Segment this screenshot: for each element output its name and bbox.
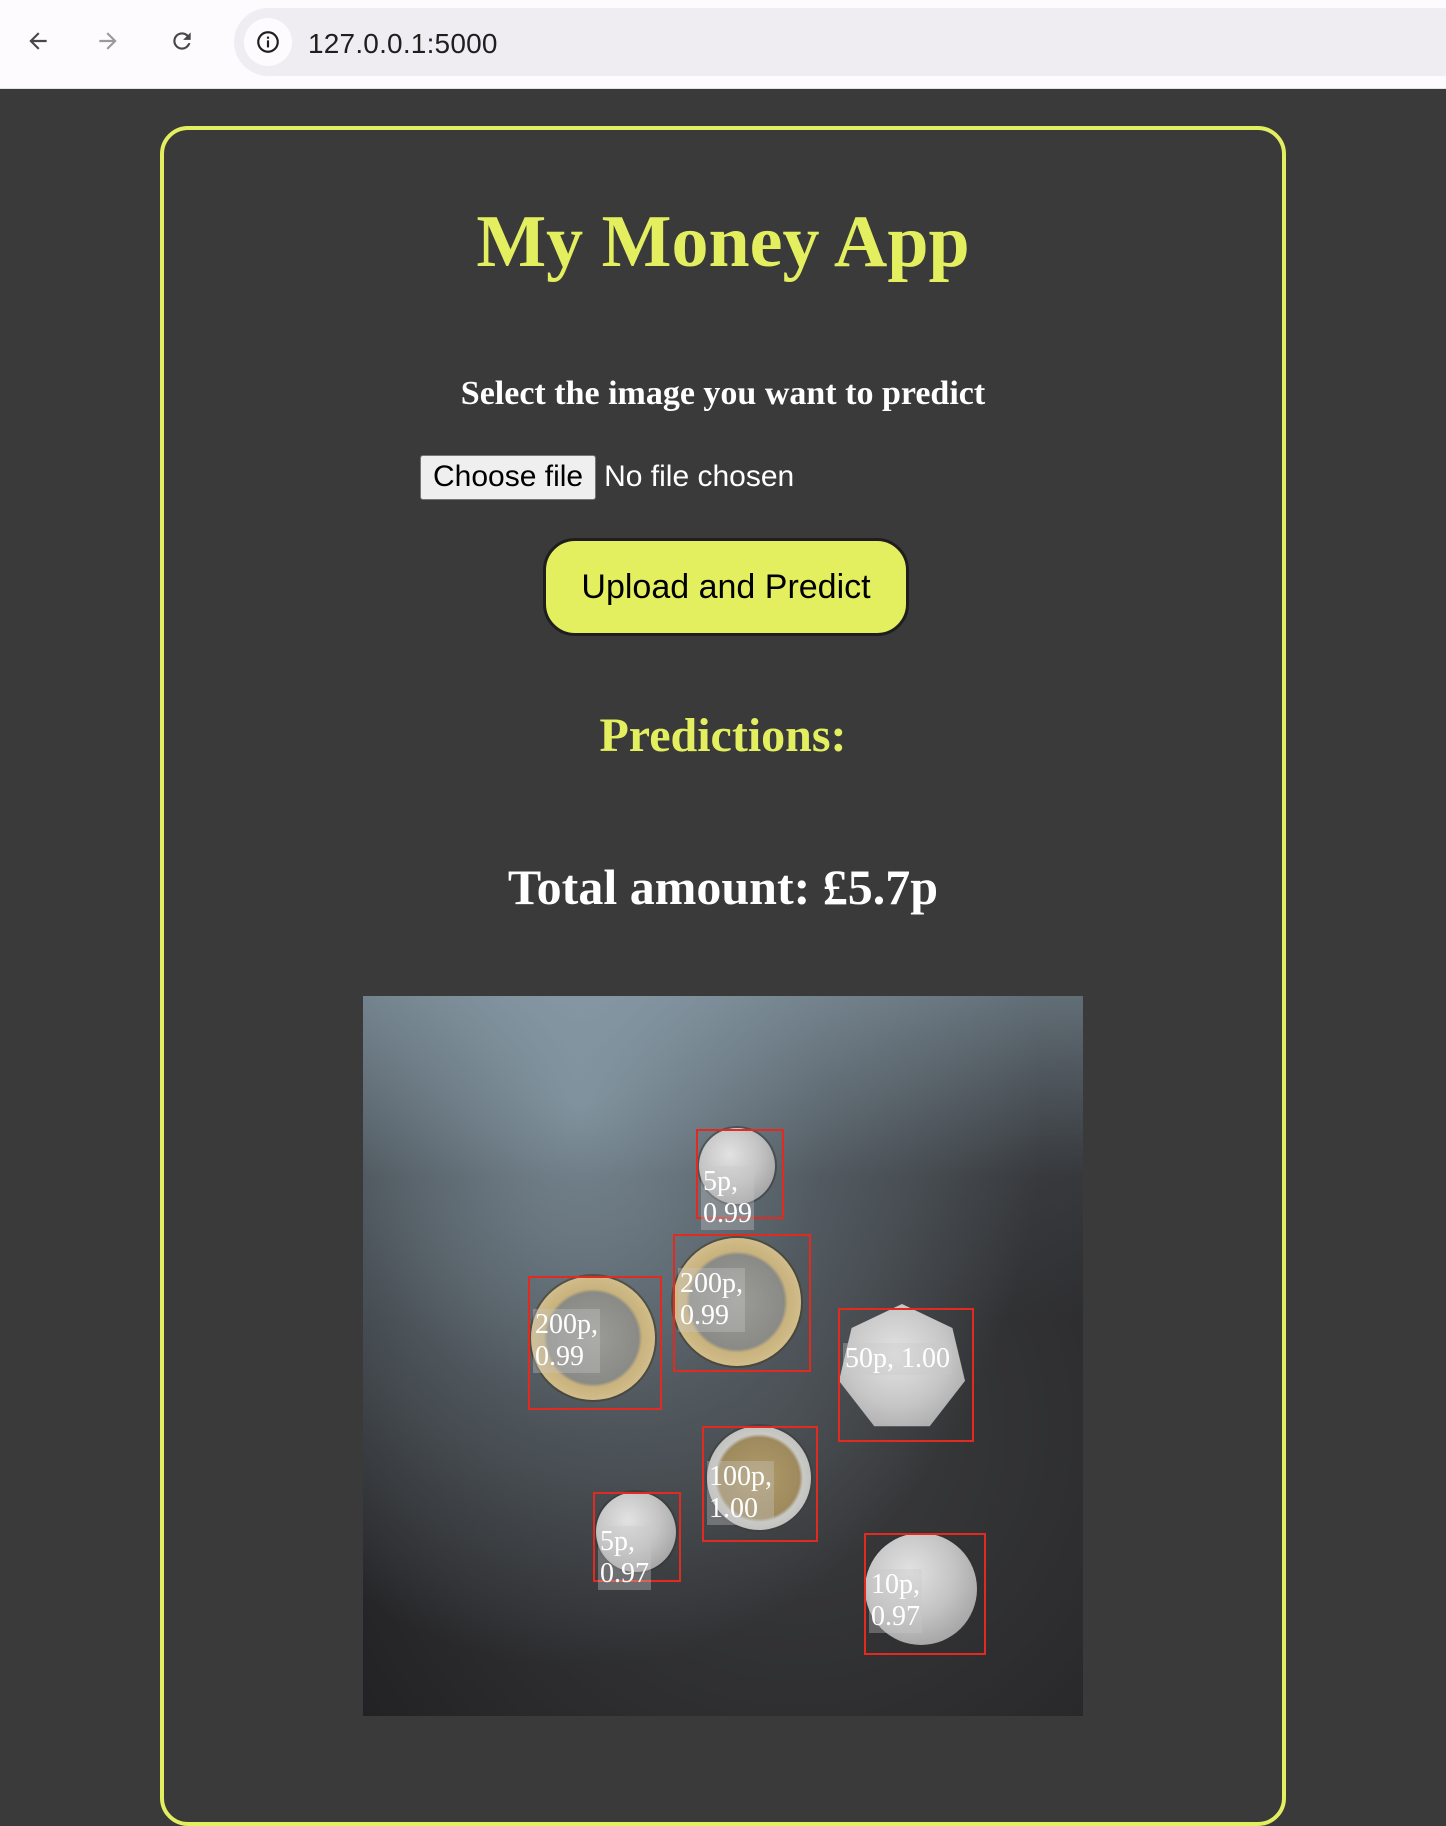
page-body: My Money App Select the image you want t… (0, 90, 1446, 1826)
browser-toolbar: 127.0.0.1:5000 (0, 0, 1446, 89)
detection-label: 10p, 0.97 (869, 1569, 922, 1633)
reload-icon (173, 32, 191, 50)
arrow-right-icon (99, 32, 117, 50)
reload-button[interactable] (162, 21, 202, 61)
predictions-heading: Predictions: (599, 709, 847, 762)
upload-and-predict-button[interactable]: Upload and Predict (543, 538, 909, 636)
detection-label: 5p, 0.99 (701, 1166, 754, 1230)
arrow-left-icon (29, 32, 47, 50)
site-info-button[interactable] (244, 18, 292, 66)
prediction-result-image: 5p, 0.99 200p, 0.99 200p, 0.99 50p, 1.00… (363, 996, 1083, 1716)
file-status-text: No file chosen (604, 460, 795, 493)
detection-label: 100p, 1.00 (707, 1461, 774, 1525)
app-card: My Money App Select the image you want t… (160, 126, 1286, 1826)
file-input[interactable]: Choose file No file chosen (420, 454, 794, 500)
total-amount-label: Total amount: (507, 859, 811, 915)
detection-label: 5p, 0.97 (598, 1526, 651, 1590)
detection-label: 200p, 0.99 (678, 1268, 745, 1332)
back-button[interactable] (18, 21, 58, 61)
choose-file-button[interactable]: Choose file (420, 454, 597, 500)
app-title: My Money App (476, 201, 970, 283)
url-text[interactable]: 127.0.0.1:5000 (308, 28, 498, 60)
detection-box (838, 1308, 974, 1442)
total-amount-value: £5.7p (822, 859, 939, 915)
address-bar[interactable]: 127.0.0.1:5000 (234, 8, 1446, 76)
info-icon (257, 31, 279, 53)
forward-button[interactable] (88, 21, 128, 61)
total-amount: Total amount: £5.7p (164, 858, 1282, 916)
select-image-label: Select the image you want to predict (460, 375, 986, 412)
detection-label: 50p, 1.00 (843, 1343, 952, 1375)
detection-label: 200p, 0.99 (533, 1309, 600, 1373)
